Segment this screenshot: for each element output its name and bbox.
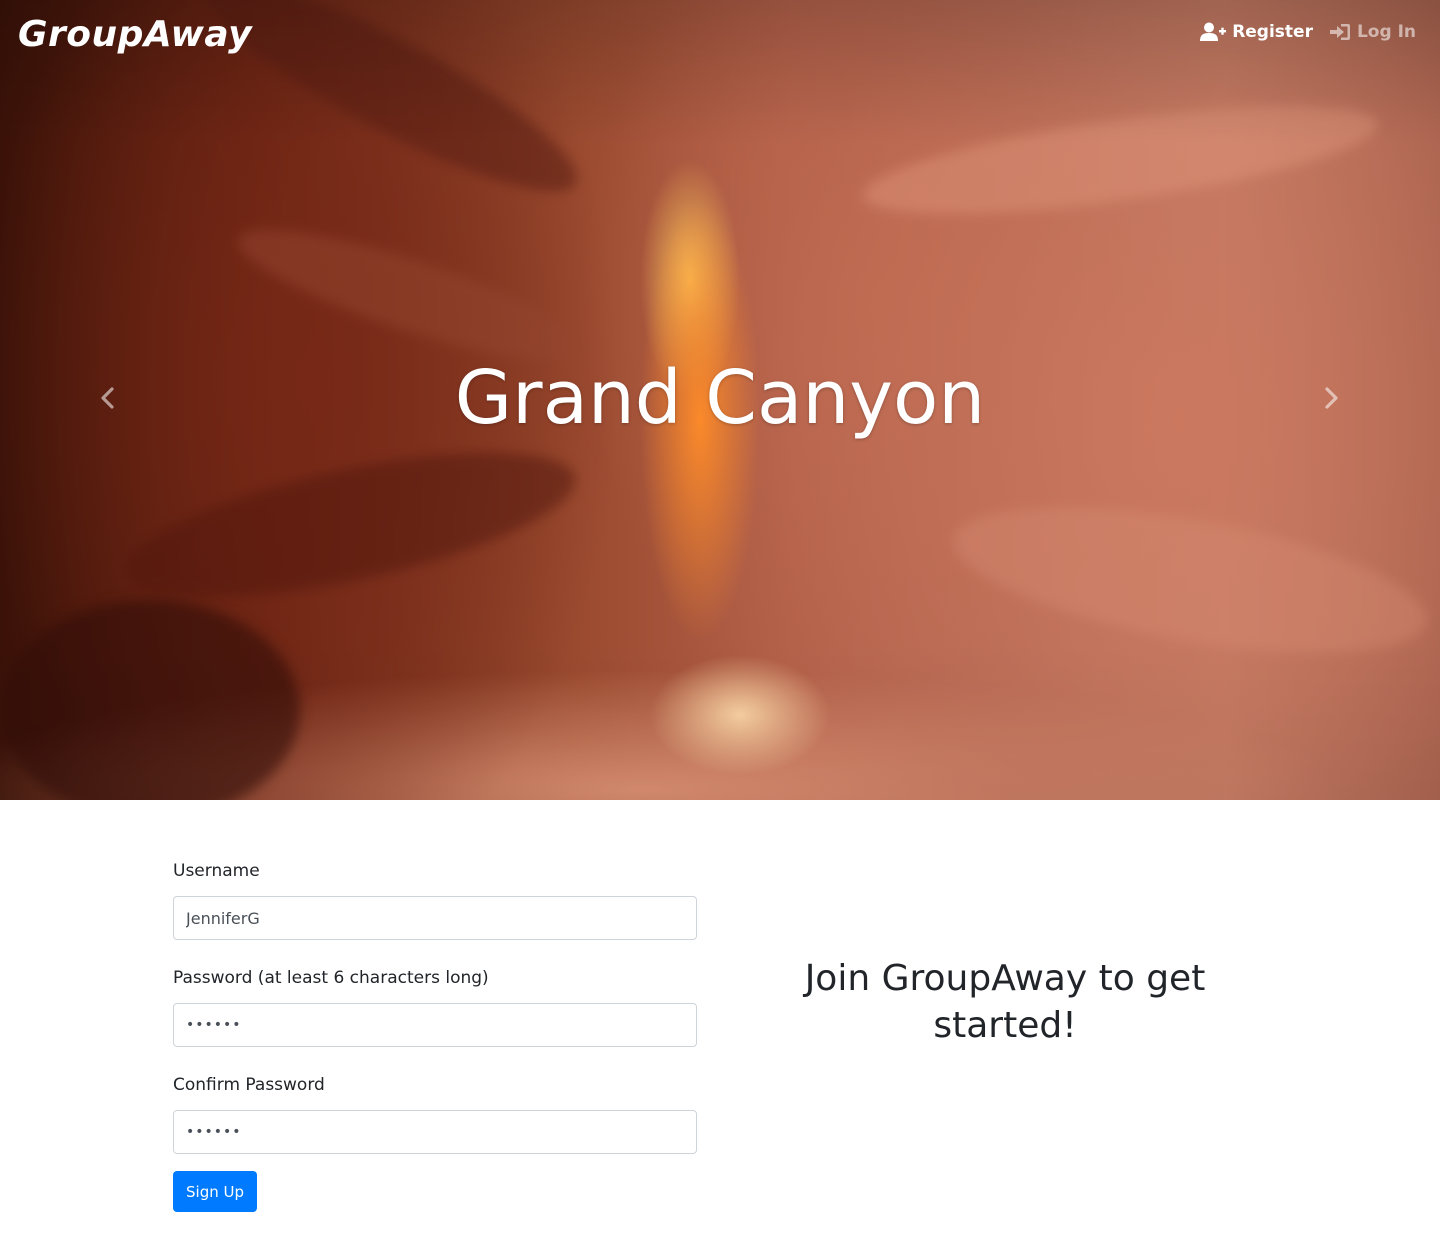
confirm-password-input[interactable] <box>173 1110 697 1154</box>
rock-band <box>0 600 300 800</box>
user-plus-icon <box>1200 22 1227 42</box>
sign-in-icon <box>1329 22 1351 42</box>
confirm-password-label: Confirm Password <box>173 1075 325 1095</box>
signup-form: Username Password (at least 6 characters… <box>173 860 697 1212</box>
slide-title: Grand Canyon <box>454 355 986 441</box>
username-input[interactable] <box>173 896 697 940</box>
register-label: Register <box>1232 22 1313 42</box>
login-link[interactable]: Log In <box>1329 22 1416 42</box>
password-input[interactable] <box>173 1003 697 1047</box>
hero-carousel: GroupAway Register Log In Grand Canyon <box>0 0 1440 800</box>
rock-band <box>113 423 587 627</box>
login-label: Log In <box>1356 22 1416 42</box>
nav-links: Register Log In <box>1200 22 1416 42</box>
rock-band <box>943 479 1437 681</box>
sign-up-button[interactable]: Sign Up <box>173 1171 257 1212</box>
navbar: GroupAway Register Log In <box>0 0 1440 72</box>
brand-logo[interactable]: GroupAway <box>18 14 252 55</box>
join-message: Join GroupAway to get started! <box>804 958 1206 1046</box>
rock-band <box>856 84 1384 236</box>
chevron-right-icon <box>1323 386 1339 414</box>
password-label: Password (at least 6 characters long) <box>173 968 489 988</box>
carousel-next-button[interactable] <box>1311 380 1351 420</box>
username-label: Username <box>173 861 260 881</box>
register-link[interactable]: Register <box>1200 22 1313 42</box>
